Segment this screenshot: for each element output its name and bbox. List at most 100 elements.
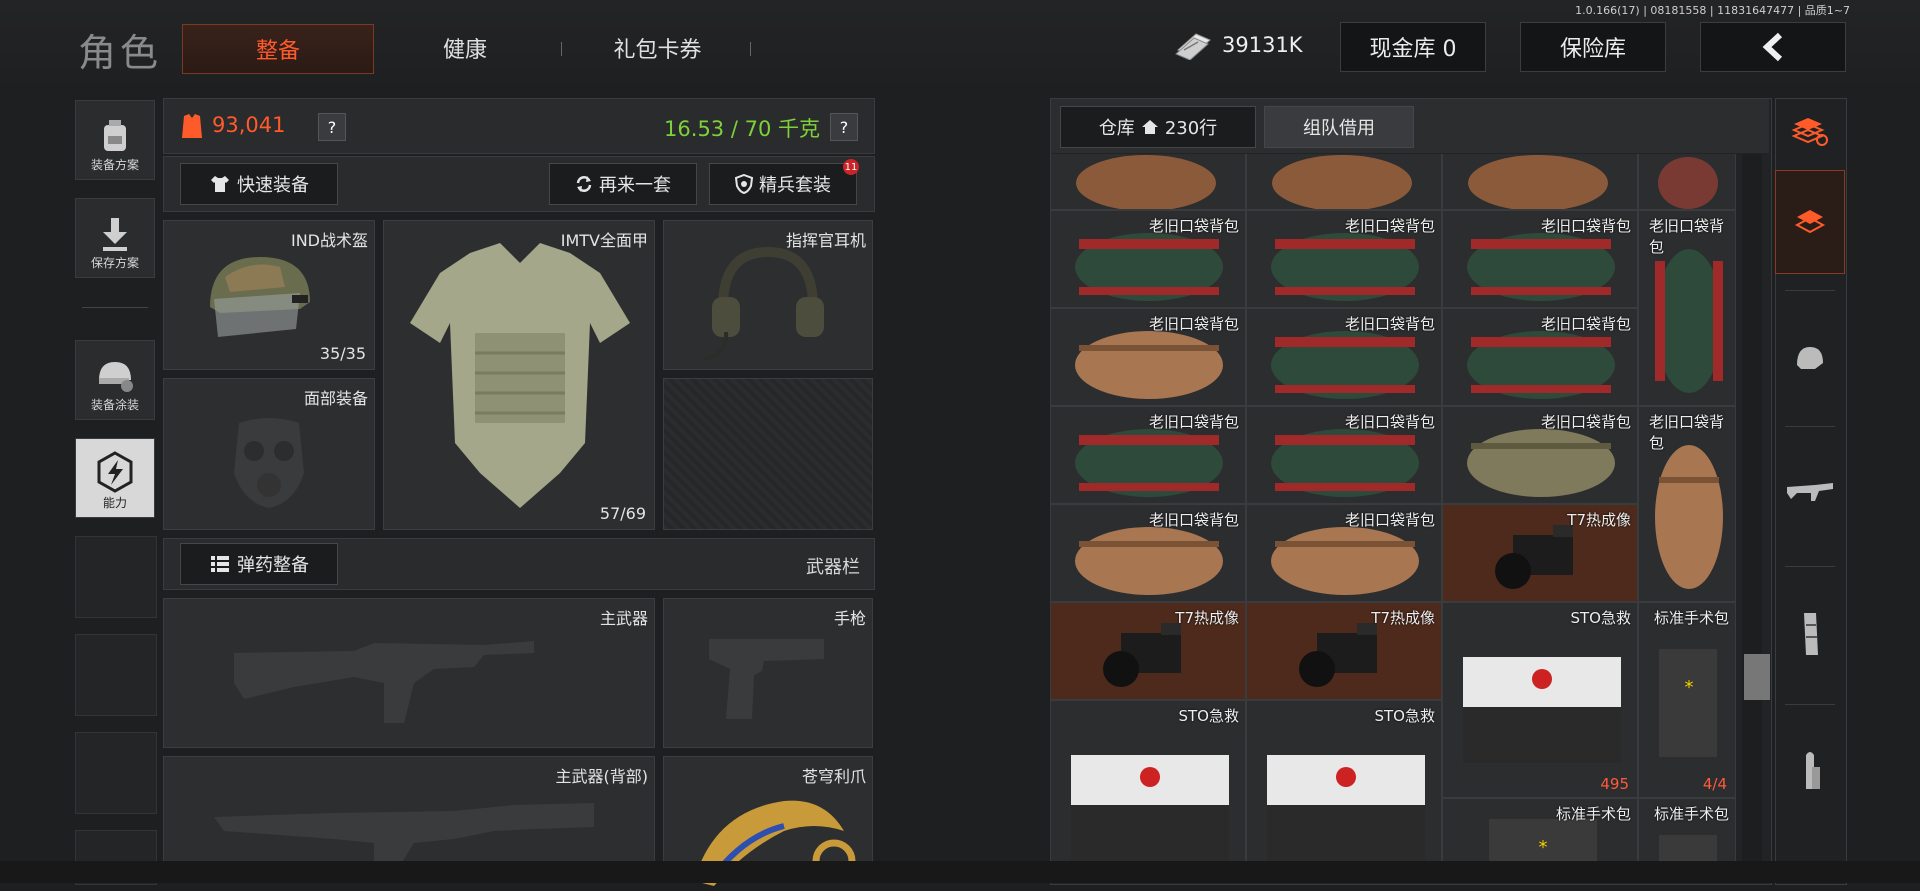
bag-icon xyxy=(1076,155,1216,209)
armor-name: IMTV全面甲 xyxy=(560,231,648,250)
safe-vault-button[interactable]: 保险库 xyxy=(1520,22,1666,72)
again-button[interactable]: 再来一套 xyxy=(549,163,697,205)
armor-durability: 57/69 xyxy=(599,504,646,523)
currency-display: 39131K xyxy=(1174,30,1303,60)
helmet-slot[interactable]: IND战术盔 35/35 xyxy=(163,220,375,370)
storage-item[interactable]: 老旧口袋背包 xyxy=(1638,406,1736,602)
bag-icon xyxy=(1075,429,1223,497)
item-label: 标准手术包 xyxy=(1555,805,1631,823)
home-icon xyxy=(1141,120,1158,134)
back-button[interactable] xyxy=(1700,22,1846,72)
storage-item[interactable]: 老旧口袋背包 xyxy=(1050,504,1246,602)
rail-divider xyxy=(1785,290,1835,291)
storage-item[interactable]: T7热成像 xyxy=(1246,602,1442,700)
sidebar-item-label: 装备涂装 xyxy=(90,398,139,412)
category-all[interactable] xyxy=(1775,170,1845,274)
value-help-button[interactable]: ? xyxy=(318,113,346,141)
storage-item[interactable]: 老旧口袋背包 xyxy=(1246,308,1442,406)
tab-team-borrow[interactable]: 组队借用 xyxy=(1264,106,1414,148)
storage-item[interactable]: T7热成像 xyxy=(1050,602,1246,700)
magazine-icon xyxy=(1804,612,1818,655)
bag-icon xyxy=(1467,429,1615,497)
helmet-name: IND战术盔 xyxy=(290,231,368,250)
quick-equip-label: 快速装备 xyxy=(237,175,309,196)
weapon-bar-label: 武器栏 xyxy=(806,557,860,578)
storage-item[interactable]: 老旧口袋背包 xyxy=(1246,504,1442,602)
armor-vest-icon xyxy=(410,243,630,508)
sidebar-save-plan[interactable]: 保存方案 xyxy=(75,198,155,278)
item-count: 4/4 xyxy=(1702,775,1727,793)
shield-icon xyxy=(735,174,753,194)
bag-icon xyxy=(1655,445,1723,589)
armor-slot[interactable]: IMTV全面甲 57/69 xyxy=(383,220,655,530)
storage-item[interactable]: STO急救 xyxy=(1050,700,1246,883)
storage-item[interactable]: 老旧口袋背包 xyxy=(1442,406,1638,504)
tab-warehouse[interactable]: 仓库 230行 xyxy=(1060,106,1256,148)
storage-item[interactable]: 老旧口袋背包 xyxy=(1246,210,1442,308)
again-label: 再来一套 xyxy=(599,175,671,196)
pistol-slot[interactable]: 手枪 xyxy=(663,598,873,748)
tab-equip[interactable]: 整备 xyxy=(182,24,374,74)
sidebar-equip-paint[interactable]: 装备涂装 xyxy=(75,340,155,420)
cash-vault-button[interactable]: 现金库 0 xyxy=(1340,22,1486,72)
bag-icon xyxy=(1075,527,1223,595)
storage-item[interactable] xyxy=(1442,154,1638,210)
category-weapon[interactable] xyxy=(1775,446,1845,541)
tab-health[interactable]: 健康 xyxy=(400,24,530,72)
item-label: 老旧口袋背包 xyxy=(1344,217,1435,235)
headset-name: 指挥官耳机 xyxy=(785,231,866,250)
weight-help-button[interactable]: ? xyxy=(830,113,858,141)
storage-item[interactable] xyxy=(1638,154,1736,210)
helmet-paint-icon xyxy=(99,362,133,392)
item-label: 老旧口袋背包 xyxy=(1148,413,1239,431)
bag-icon xyxy=(1075,331,1223,399)
back-weapon-label: 主武器(背部) xyxy=(555,767,649,786)
tab-gift-cards[interactable]: 礼包卡券 xyxy=(590,24,725,72)
primary-weapon-slot[interactable]: 主武器 xyxy=(163,598,655,748)
item-label: 标准手术包 xyxy=(1653,805,1729,823)
category-ammo[interactable] xyxy=(1775,724,1845,819)
svg-text:*: * xyxy=(1539,837,1548,858)
storage-item[interactable]: 老旧口袋背包 xyxy=(1050,308,1246,406)
rail-divider xyxy=(1785,566,1835,567)
rail-divider xyxy=(1785,704,1835,705)
item-label: 老旧口袋背包 xyxy=(1649,217,1725,256)
ammo-equip-button[interactable]: 弹药整备 xyxy=(180,543,338,585)
sidebar-item-label: 保存方案 xyxy=(90,256,139,270)
bullet-icon xyxy=(1806,751,1820,789)
storage-scrollbar-thumb[interactable] xyxy=(1744,654,1770,700)
chevron-left-icon xyxy=(1762,32,1783,62)
storage-item[interactable] xyxy=(1246,154,1442,210)
storage-item[interactable]: 老旧口袋背包 xyxy=(1050,210,1246,308)
elite-kit-button[interactable]: 精兵套装 xyxy=(709,163,857,205)
rail-divider xyxy=(1785,426,1835,427)
storage-item[interactable]: 老旧口袋背包 xyxy=(1442,210,1638,308)
bag-icon xyxy=(1272,155,1412,209)
rifle-icon xyxy=(1787,482,1833,501)
empty-equip-slot[interactable] xyxy=(663,378,873,530)
quick-equip-button[interactable]: 快速装备 xyxy=(180,163,338,205)
storage-item[interactable]: 老旧口袋背包 xyxy=(1050,406,1246,504)
storage-item[interactable]: * 标准手术包 4/4 xyxy=(1638,602,1736,798)
category-magazine[interactable] xyxy=(1775,586,1845,681)
bottom-strip xyxy=(0,861,1920,883)
storage-item[interactable]: 老旧口袋背包 xyxy=(1246,406,1442,504)
storage-item[interactable]: 老旧口袋背包 xyxy=(1442,308,1638,406)
storage-item[interactable]: T7热成像 xyxy=(1442,504,1638,602)
stack-refresh-icon xyxy=(1791,118,1828,146)
bag-icon xyxy=(1658,157,1718,209)
ammo-equip-label: 弹药整备 xyxy=(237,555,309,576)
headset-slot[interactable]: 指挥官耳机 xyxy=(663,220,873,370)
face-slot[interactable]: 面部装备 xyxy=(163,378,375,530)
category-helmet[interactable] xyxy=(1775,310,1845,405)
storage-item[interactable]: 老旧口袋背包 xyxy=(1638,210,1736,406)
sidebar-empty-slot xyxy=(75,536,157,618)
sort-button[interactable] xyxy=(1775,106,1845,156)
sidebar-loadout-plan[interactable]: 装备方案 xyxy=(75,100,155,180)
storage-item[interactable]: STO急救 495 xyxy=(1442,602,1638,798)
sidebar-empty-slot xyxy=(75,634,157,716)
sidebar-ability[interactable]: 能力 xyxy=(75,438,155,518)
storage-item[interactable] xyxy=(1050,154,1246,210)
storage-scrollbar-track[interactable] xyxy=(1742,154,1762,883)
storage-item[interactable]: STO急救 xyxy=(1246,700,1442,883)
